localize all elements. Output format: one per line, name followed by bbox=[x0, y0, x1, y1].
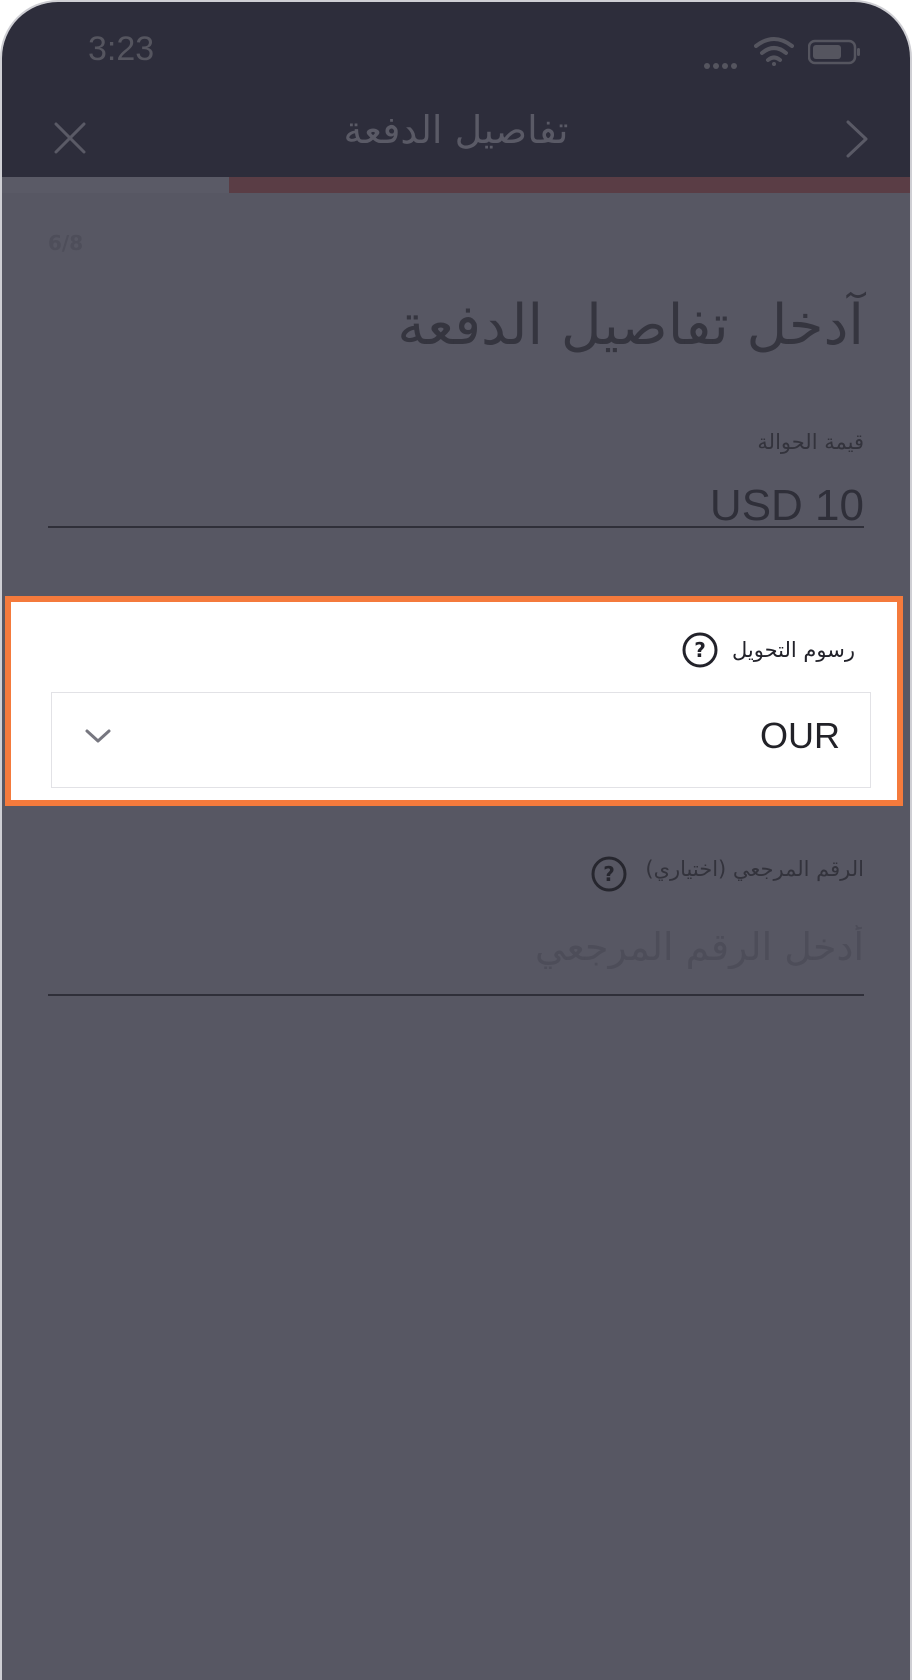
phone-frame: 3:23 تفاصيل الدفعة 6/8 آدخل تفاصيل الدفع… bbox=[0, 0, 912, 1680]
page-title: آدخل تفاصيل الدفعة bbox=[397, 293, 864, 358]
cellular-signal-icon bbox=[704, 54, 744, 69]
battery-icon bbox=[808, 39, 860, 65]
svg-text:?: ? bbox=[603, 862, 615, 886]
status-bar: 3:23 bbox=[2, 2, 910, 102]
progress-bar-fill bbox=[229, 177, 910, 193]
help-icon[interactable]: ? bbox=[681, 631, 719, 669]
amount-value: USD 10 bbox=[709, 481, 864, 530]
header-title: تفاصيل الدفعة bbox=[343, 108, 569, 152]
reference-number-label: الرقم المرجعي (اختياري) bbox=[645, 857, 864, 881]
status-time: 3:23 bbox=[88, 30, 155, 68]
transfer-fees-section: رسوم التحويل ? OUR bbox=[5, 596, 903, 806]
chevron-down-icon bbox=[85, 729, 111, 743]
transfer-fees-value: OUR bbox=[760, 715, 840, 756]
transfer-fees-label: رسوم التحويل bbox=[732, 638, 855, 662]
transfer-fees-dropdown[interactable]: OUR bbox=[51, 692, 871, 788]
amount-label: قيمة الحوالة bbox=[757, 430, 864, 454]
progress-bar bbox=[2, 177, 910, 193]
reference-number-input[interactable] bbox=[48, 915, 864, 979]
amount-divider bbox=[48, 526, 864, 528]
step-indicator: 6/8 bbox=[48, 231, 84, 255]
top-nav-bar: تفاصيل الدفعة bbox=[2, 102, 910, 177]
form-content: 6/8 آدخل تفاصيل الدفعة قيمة الحوالة USD … bbox=[2, 193, 910, 1680]
reference-divider bbox=[48, 994, 864, 996]
wifi-icon bbox=[754, 37, 794, 66]
help-icon[interactable]: ? bbox=[590, 855, 628, 893]
svg-text:?: ? bbox=[694, 638, 706, 662]
back-icon[interactable] bbox=[844, 118, 870, 160]
